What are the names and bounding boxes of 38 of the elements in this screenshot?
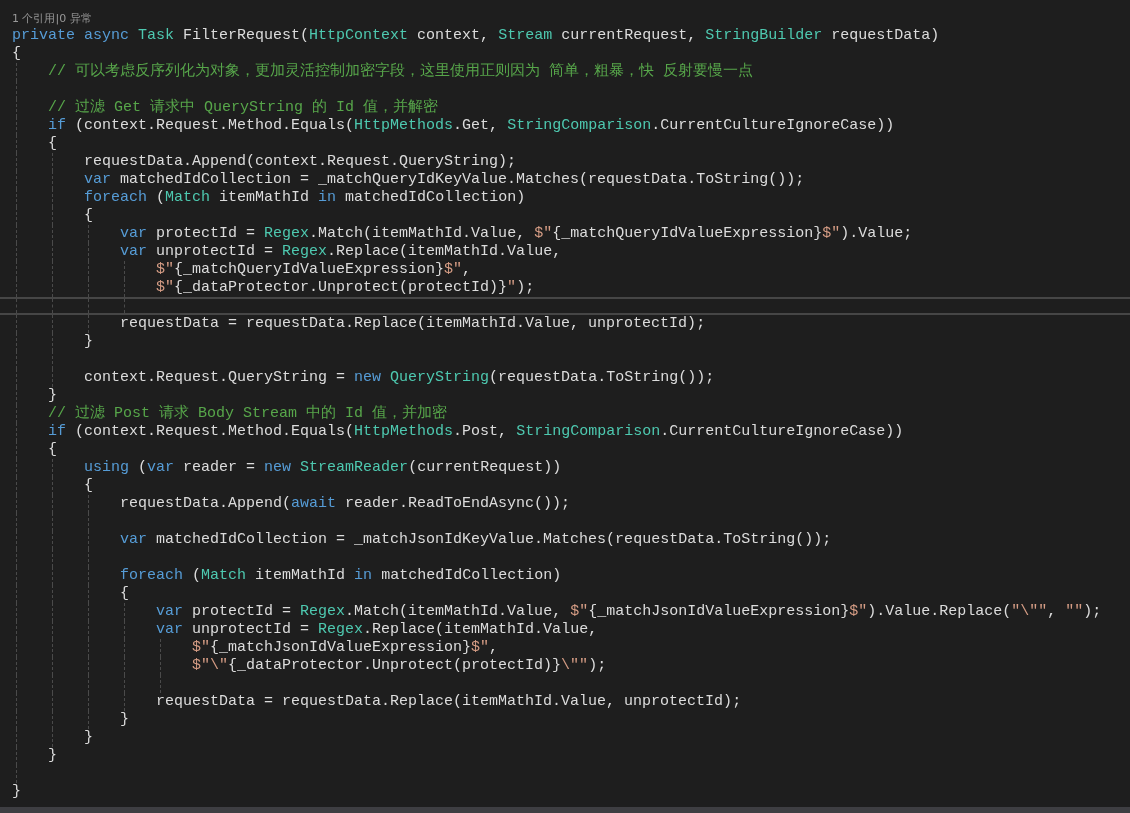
- code-line: if (context.Request.Method.Equals(HttpMethods.Post, StringComparison.CurrentCultureIgnoreCase)): [48, 423, 904, 441]
- code-line: requestData.Append(context.Request.QueryString);: [84, 153, 517, 171]
- code-line: requestData.Append(await reader.ReadToEndAsync());: [120, 495, 571, 513]
- code-line: var unprotectId = Regex.Replace(itemMathId.Value,: [120, 243, 562, 261]
- code-line: }: [84, 333, 94, 351]
- code-line: requestData = requestData.Replace(itemMathId.Value, unprotectId);: [120, 315, 706, 333]
- code-line: $"{_matchQueryIdValueExpression}$",: [156, 261, 472, 279]
- code-line: }: [48, 387, 58, 405]
- code-line: {: [120, 585, 130, 603]
- code-line: {: [48, 135, 58, 153]
- code-line: $"{_matchJsonIdValueExpression}$",: [192, 639, 499, 657]
- code-line: {: [84, 207, 94, 225]
- code-line: $"{_dataProtector.Unprotect(protectId)}");: [156, 279, 535, 297]
- code-line: var matchedIdCollection = _matchQueryIdKeyValue.Matches(requestData.ToString());: [84, 171, 805, 189]
- code-line: foreach (Match itemMathId in matchedIdCollection): [84, 189, 526, 207]
- code-line: foreach (Match itemMathId in matchedIdCollection): [120, 567, 562, 585]
- code-line: // 过滤 Post 请求 Body Stream 中的 Id 值，并加密: [48, 405, 448, 423]
- code-line: var protectId = Regex.Match(itemMathId.Value, $"{_matchJsonIdValueExpression}$").Value.Replace("\"", "");: [156, 603, 1102, 621]
- code-line: {: [48, 441, 58, 459]
- code-line: private async Task FilterRequest(HttpContext context, Stream currentRequest, StringBuilder requestData): [12, 27, 940, 45]
- code-line: if (context.Request.Method.Equals(HttpMethods.Get, StringComparison.CurrentCultureIgnoreCase)): [48, 117, 895, 135]
- code-line: // 过滤 Get 请求中 QueryString 的 Id 值，并解密: [48, 99, 439, 117]
- code-line: var protectId = Regex.Match(itemMathId.Value, $"{_matchQueryIdValueExpression}$").Value;: [120, 225, 913, 243]
- code-line: }: [84, 729, 94, 747]
- code-line: }: [120, 711, 130, 729]
- code-line: $"\"{_dataProtector.Unprotect(protectId)}\"");: [192, 657, 607, 675]
- codelens-text[interactable]: 1 个引用|0 异常: [12, 11, 92, 26]
- code-line: }: [12, 783, 21, 801]
- code-line: }: [48, 747, 58, 765]
- code-line: var matchedIdCollection = _matchJsonIdKeyValue.Matches(requestData.ToString());: [120, 531, 832, 549]
- code-line: // 可以考虑反序列化为对象，更加灵活控制加密字段，这里使用正则因为 简单，粗暴，快 反射要慢一点: [48, 63, 754, 81]
- horizontal-scrollbar[interactable]: [0, 807, 1130, 813]
- code-line: requestData = requestData.Replace(itemMathId.Value, unprotectId);: [156, 693, 742, 711]
- code-line: using (var reader = new StreamReader(currentRequest)): [84, 459, 562, 477]
- code-line: {: [12, 45, 21, 63]
- code-line: context.Request.QueryString = new QueryString(requestData.ToString());: [84, 369, 715, 387]
- code-line: var unprotectId = Regex.Replace(itemMathId.Value,: [156, 621, 598, 639]
- code-line: {: [84, 477, 94, 495]
